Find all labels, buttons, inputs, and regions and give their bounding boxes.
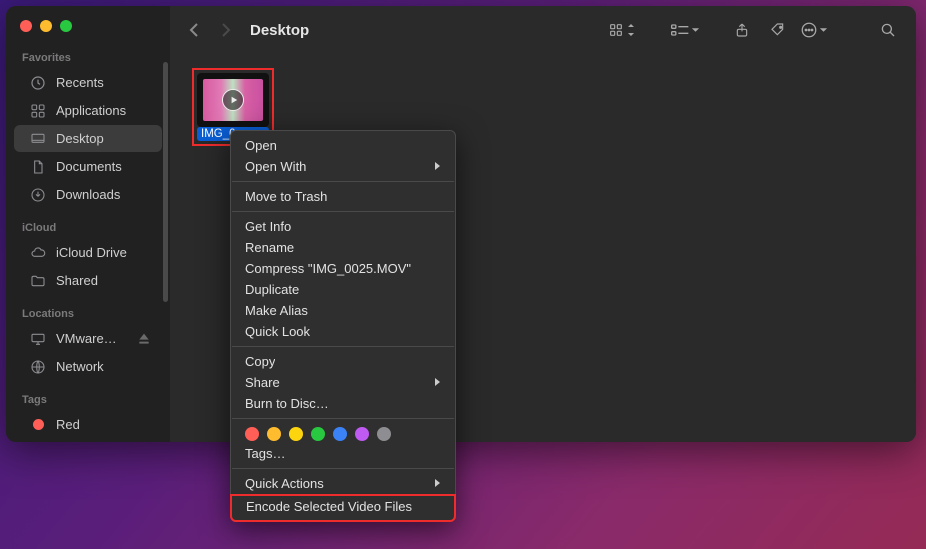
app-grid-icon: [30, 103, 46, 119]
sidebar-item-label: Desktop: [56, 131, 152, 146]
sidebar-section-locations: Locations: [6, 302, 170, 324]
menu-duplicate[interactable]: Duplicate: [231, 279, 455, 300]
sidebar-item-label: Documents: [56, 159, 152, 174]
tag-color-blue[interactable]: [333, 427, 347, 441]
menu-open-with[interactable]: Open With: [231, 156, 455, 177]
sidebar-section-icloud: iCloud: [6, 216, 170, 238]
tag-color-yellow[interactable]: [289, 427, 303, 441]
menu-rename[interactable]: Rename: [231, 237, 455, 258]
chevron-down-icon: [691, 26, 700, 34]
tag-color-red[interactable]: [245, 427, 259, 441]
sidebar-item-recents[interactable]: Recents: [14, 69, 162, 96]
folder-icon: [30, 273, 46, 289]
sidebar-scrollbar[interactable]: [163, 62, 168, 302]
document-icon: [30, 159, 46, 175]
play-icon: [222, 89, 244, 111]
video-thumbnail[interactable]: [197, 73, 269, 127]
finder-window: Favorites Recents Applications Desktop D…: [6, 6, 916, 442]
minimize-window-button[interactable]: [40, 20, 52, 32]
menu-quick-actions[interactable]: Quick Actions: [231, 473, 455, 494]
sidebar-item-label: Shared: [56, 273, 152, 288]
sidebar-item-vmware[interactable]: VMware…: [14, 325, 162, 352]
menu-separator: [232, 346, 454, 347]
sidebar-item-icloud-drive[interactable]: iCloud Drive: [14, 239, 162, 266]
display-icon: [30, 331, 46, 347]
toolbar: Desktop: [170, 6, 916, 54]
window-title: Desktop: [250, 22, 309, 39]
menu-compress[interactable]: Compress "IMG_0025.MOV": [231, 258, 455, 279]
tag-color-orange[interactable]: [267, 427, 281, 441]
annotation-highlight: Encode Selected Video Files: [230, 494, 456, 522]
sidebar-item-label: iCloud Drive: [56, 245, 152, 260]
sidebar: Favorites Recents Applications Desktop D…: [6, 6, 170, 442]
menu-separator: [232, 211, 454, 212]
sidebar-section-favorites: Favorites: [6, 46, 170, 68]
sidebar-item-applications[interactable]: Applications: [14, 97, 162, 124]
window-controls: [6, 16, 170, 46]
menu-separator: [232, 468, 454, 469]
globe-icon: [30, 359, 46, 375]
menu-share[interactable]: Share: [231, 372, 455, 393]
menu-quick-look[interactable]: Quick Look: [231, 321, 455, 342]
menu-tag-colors: [231, 423, 455, 443]
sidebar-item-shared[interactable]: Shared: [14, 267, 162, 294]
download-icon: [30, 187, 46, 203]
menu-get-info[interactable]: Get Info: [231, 216, 455, 237]
cloud-icon: [30, 245, 46, 261]
tag-color-purple[interactable]: [355, 427, 369, 441]
sidebar-item-network[interactable]: Network: [14, 353, 162, 380]
fullscreen-window-button[interactable]: [60, 20, 72, 32]
actions-button[interactable]: [800, 21, 828, 39]
clock-icon: [30, 75, 46, 91]
back-button[interactable]: [184, 19, 206, 41]
share-button[interactable]: [728, 19, 756, 41]
chevron-right-icon: [434, 476, 441, 491]
chevron-down-icon: [819, 26, 828, 34]
menu-move-to-trash[interactable]: Move to Trash: [231, 186, 455, 207]
menu-copy[interactable]: Copy: [231, 351, 455, 372]
tag-color-green[interactable]: [311, 427, 325, 441]
sidebar-item-label: Applications: [56, 103, 152, 118]
sidebar-item-label: Network: [56, 359, 152, 374]
menu-open[interactable]: Open: [231, 135, 455, 156]
desktop-icon: [30, 131, 46, 147]
eject-icon[interactable]: [136, 331, 152, 347]
chevron-right-icon: [434, 375, 441, 390]
chevron-right-icon: [434, 159, 441, 174]
menu-make-alias[interactable]: Make Alias: [231, 300, 455, 321]
sidebar-item-label: Recents: [56, 75, 152, 90]
sidebar-item-label: VMware…: [56, 331, 126, 346]
group-by-button[interactable]: [670, 22, 700, 38]
tag-color-gray[interactable]: [377, 427, 391, 441]
sidebar-item-label: Downloads: [56, 187, 152, 202]
menu-separator: [232, 418, 454, 419]
sidebar-section-tags: Tags: [6, 388, 170, 410]
sidebar-item-downloads[interactable]: Downloads: [14, 181, 162, 208]
forward-button[interactable]: [214, 19, 236, 41]
sidebar-item-documents[interactable]: Documents: [14, 153, 162, 180]
context-menu: Open Open With Move to Trash Get Info Re…: [230, 130, 456, 522]
close-window-button[interactable]: [20, 20, 32, 32]
search-button[interactable]: [874, 19, 902, 41]
sidebar-item-tag-red[interactable]: Red: [14, 411, 162, 438]
tags-button[interactable]: [764, 19, 792, 41]
updown-icon: [626, 23, 636, 37]
menu-burn-to-disc[interactable]: Burn to Disc…: [231, 393, 455, 414]
view-mode-button[interactable]: [607, 22, 636, 38]
sidebar-item-desktop[interactable]: Desktop: [14, 125, 162, 152]
tag-red-icon: [30, 417, 46, 433]
menu-tags[interactable]: Tags…: [231, 443, 455, 464]
sidebar-item-label: Red: [56, 417, 152, 432]
menu-encode-video[interactable]: Encode Selected Video Files: [232, 496, 454, 517]
menu-separator: [232, 181, 454, 182]
